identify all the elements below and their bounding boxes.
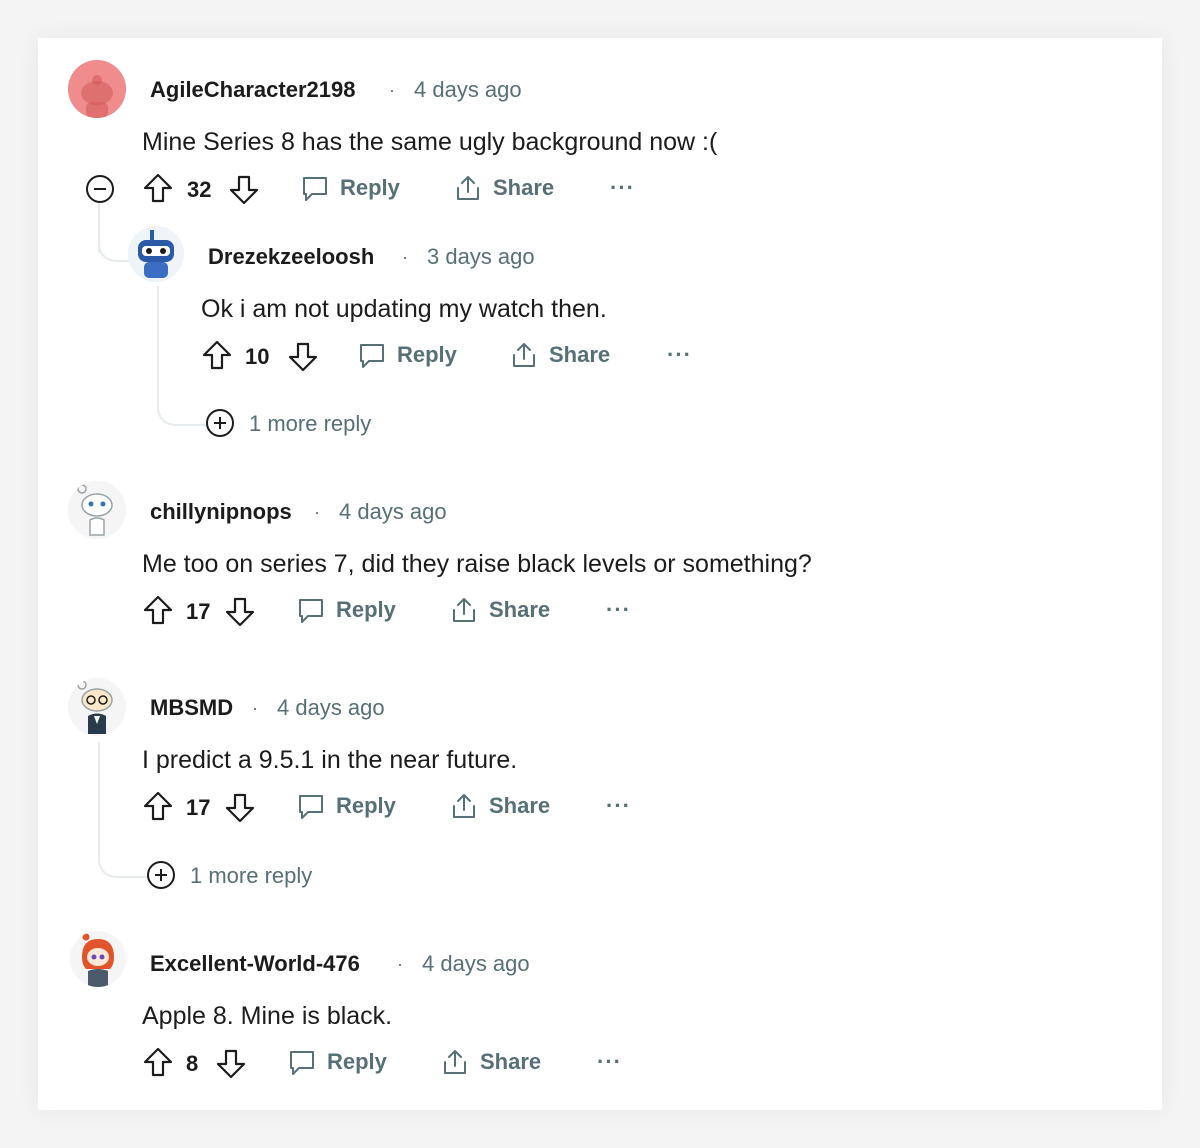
share-icon	[453, 794, 475, 818]
upvote-icon[interactable]	[142, 1046, 174, 1078]
upvote-icon[interactable]	[142, 172, 174, 204]
vote-score: 10	[245, 344, 270, 369]
more-options-button[interactable]: ···	[610, 175, 635, 201]
comment-actions: 17 Reply Share ···	[142, 787, 662, 827]
downvote-icon[interactable]	[224, 596, 256, 628]
comment-actions: 8 Reply Share ···	[142, 1043, 662, 1083]
avatar[interactable]	[128, 226, 184, 282]
comment-bubble-icon	[290, 1051, 314, 1075]
reply-button[interactable]: Reply	[296, 791, 396, 821]
comment-thread-card: AgileCharacter2198 · 4 days ago Mine Ser…	[38, 38, 1162, 1110]
reply-button[interactable]: Reply	[357, 340, 457, 370]
reply-label: Reply	[327, 1049, 387, 1074]
reddit-snoo-avatar-icon	[68, 60, 126, 118]
comment-actions: 10 Reply Share ···	[201, 336, 721, 376]
vote-score: 8	[186, 1051, 199, 1076]
avatar[interactable]	[70, 931, 126, 987]
vote-score: 17	[186, 599, 211, 624]
avatar[interactable]	[68, 678, 126, 736]
upvote-icon[interactable]	[142, 594, 174, 626]
share-label: Share	[480, 1049, 542, 1074]
collapse-thread-button[interactable]	[86, 175, 114, 203]
avatar[interactable]	[68, 60, 126, 118]
thread-connector	[157, 286, 207, 426]
share-button[interactable]: Share	[509, 340, 610, 370]
downvote-icon[interactable]	[228, 174, 260, 206]
more-options-button[interactable]: ···	[667, 342, 692, 368]
meta-separator: ·	[397, 954, 403, 974]
comment-timestamp[interactable]: 3 days ago	[427, 244, 535, 270]
comment-bubble-icon	[303, 177, 327, 201]
reply-button[interactable]: Reply	[300, 173, 400, 203]
vote-score: 32	[187, 177, 212, 202]
expand-replies-icon[interactable]	[147, 861, 175, 889]
comment-author[interactable]: AgileCharacter2198	[150, 77, 355, 103]
more-replies-link[interactable]: 1 more reply	[249, 411, 371, 437]
expand-replies-icon[interactable]	[206, 409, 234, 437]
comment-timestamp[interactable]: 4 days ago	[414, 77, 522, 103]
more-options-button[interactable]: ···	[606, 597, 631, 623]
share-icon	[444, 1050, 466, 1074]
comment-bubble-icon	[299, 795, 323, 819]
reply-button[interactable]: Reply	[287, 1047, 387, 1077]
comment-bubble-icon	[299, 599, 323, 623]
share-icon	[457, 176, 479, 200]
share-button[interactable]: Share	[449, 595, 550, 625]
comment-bubble-icon	[360, 344, 384, 368]
reply-label: Reply	[336, 597, 396, 622]
reply-button[interactable]: Reply	[296, 595, 396, 625]
comment-body: Me too on series 7, did they raise black…	[142, 550, 812, 578]
comment-body: Apple 8. Mine is black.	[142, 1002, 393, 1030]
snoo-avatar-icon	[68, 481, 126, 539]
glasses-snoo-avatar-icon	[68, 678, 126, 736]
comment-actions: 32 Reply Share ···	[142, 169, 662, 209]
more-options-button[interactable]: ···	[606, 793, 631, 819]
share-button[interactable]: Share	[453, 173, 554, 203]
share-label: Share	[489, 793, 551, 818]
thread-connector	[98, 742, 148, 878]
meta-separator: ·	[314, 502, 320, 522]
comment-timestamp[interactable]: 4 days ago	[339, 499, 447, 525]
share-button[interactable]: Share	[449, 791, 550, 821]
avatar[interactable]	[68, 481, 126, 539]
comment-body: Ok i am not updating my watch then.	[201, 295, 607, 323]
share-icon	[513, 343, 535, 367]
comment-actions: 17 Reply Share ···	[142, 591, 662, 631]
vote-score: 17	[186, 795, 211, 820]
reply-label: Reply	[340, 175, 400, 200]
comment-timestamp[interactable]: 4 days ago	[422, 951, 530, 977]
share-label: Share	[489, 597, 551, 622]
downvote-icon[interactable]	[224, 792, 256, 824]
comment-author[interactable]: chillynipnops	[150, 499, 292, 525]
more-options-button[interactable]: ···	[597, 1049, 622, 1075]
meta-separator: ·	[389, 80, 395, 100]
redhair-snoo-avatar-icon	[70, 931, 126, 987]
comment-author[interactable]: Drezekzeeloosh	[208, 244, 374, 270]
share-label: Share	[549, 342, 611, 367]
comment-author[interactable]: Excellent-World-476	[150, 951, 360, 977]
reply-label: Reply	[397, 342, 457, 367]
share-button[interactable]: Share	[440, 1047, 541, 1077]
robot-snoo-avatar-icon	[128, 226, 184, 282]
more-replies-link[interactable]: 1 more reply	[190, 863, 312, 889]
meta-separator: ·	[252, 698, 258, 718]
comment-author[interactable]: MBSMD	[150, 695, 233, 721]
meta-separator: ·	[402, 247, 408, 267]
downvote-icon[interactable]	[215, 1048, 247, 1080]
comment-body: Mine Series 8 has the same ugly backgrou…	[142, 128, 718, 156]
comment-timestamp[interactable]: 4 days ago	[277, 695, 385, 721]
comment-body: I predict a 9.5.1 in the near future.	[142, 746, 518, 774]
reply-label: Reply	[336, 793, 396, 818]
share-label: Share	[493, 175, 555, 200]
share-icon	[453, 598, 475, 622]
downvote-icon[interactable]	[287, 341, 319, 373]
